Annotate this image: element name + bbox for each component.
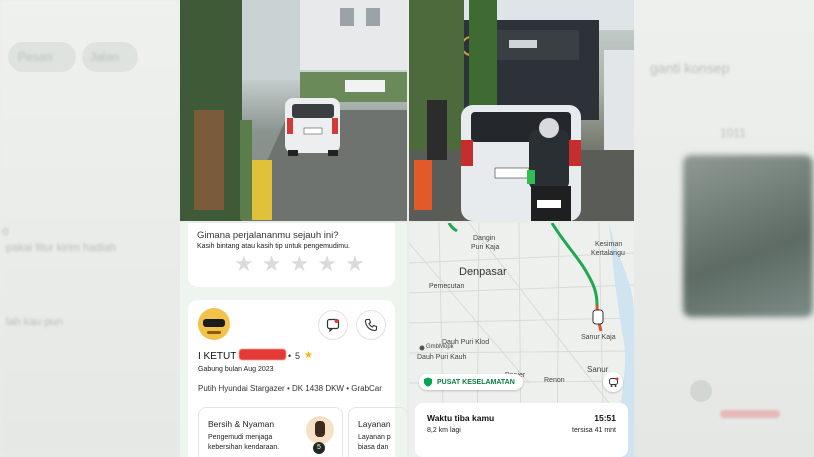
compliment-card[interactable]: Layanan Layanan p biasa dan: [348, 407, 407, 457]
background-text: Jalan: [90, 50, 119, 64]
compliment-count: 5: [313, 442, 325, 454]
eta-remaining: tersisa 41 mnt: [572, 427, 616, 434]
photo-car-traffic: [409, 0, 634, 221]
driver-card: I KETUT • 5 ★ Gabung bulan Aug 2023 Puti…: [188, 300, 407, 457]
driver-rating-separator: •: [288, 351, 292, 361]
vehicle-info: Putih Hyundai Stargazer • DK 1438 DKW • …: [198, 384, 382, 393]
map-label: Pemecutan: [429, 283, 465, 290]
background-text: lah kau pun: [6, 316, 63, 328]
transit-button[interactable]: [603, 372, 623, 392]
map-label: Kertalangu: [591, 250, 625, 257]
phone-icon: [364, 318, 378, 332]
star-icon[interactable]: ★: [317, 253, 337, 275]
rating-question: Gimana perjalananmu sejauh ini?: [197, 230, 339, 241]
map-label: Kesiman: [595, 241, 623, 248]
street-scene-graphic: [180, 0, 407, 221]
compliment-desc: biasa dan: [358, 444, 389, 451]
star-rating[interactable]: ★ ★ ★ ★ ★: [234, 253, 365, 275]
background-text: o: [2, 224, 9, 238]
map-label: GmbMopk: [426, 344, 454, 350]
map-label: Sanur Kaja: [581, 334, 616, 341]
background-text: ganti konsep: [650, 60, 730, 76]
traffic-scene-graphic: [409, 0, 634, 221]
star-icon[interactable]: ★: [289, 253, 309, 275]
compliment-desc: Pengemudi menjaga: [208, 434, 273, 441]
compliment-badge-icon: [306, 416, 334, 444]
map-label: Sanur: [587, 365, 609, 374]
compliment-title: Layanan: [358, 419, 391, 429]
compliment-card[interactable]: Bersih & Nyaman Pengemudi menjaga kebers…: [198, 407, 343, 457]
star-icon[interactable]: ★: [345, 253, 365, 275]
name-redaction: [239, 349, 286, 360]
background-image: [683, 155, 813, 317]
driver-avatar: [198, 308, 230, 340]
background-text: 1011: [720, 126, 746, 140]
rating-card: Gimana perjalananmu sejauh ini? Kasih bi…: [188, 223, 395, 287]
driver-rating: 5: [295, 351, 301, 361]
shield-icon: [424, 377, 432, 387]
background-text: pakai fitur kirim hadiah: [6, 242, 117, 254]
eta-card: Waktu tiba kamu 15:51 8,2 km lagi tersis…: [415, 403, 628, 457]
background-avatar: [690, 380, 712, 402]
eta-label: Waktu tiba kamu: [427, 413, 495, 423]
driver-joined: Gabung bulan Aug 2023: [198, 366, 274, 373]
star-icon[interactable]: ★: [262, 253, 282, 275]
map-city-label: Denpasar: [459, 266, 507, 278]
eta-time: 15:51: [594, 413, 616, 423]
compliment-desc: Layanan p: [358, 434, 391, 441]
map-label: Dangin: [473, 235, 496, 242]
map-label: Renon: [544, 377, 565, 384]
trip-map-screen: Dangin Puri Kaja Kesiman Kertalangu Denp…: [409, 223, 634, 457]
compliment-title: Bersih & Nyaman: [208, 419, 275, 429]
map-label: Puri Kaja: [471, 244, 500, 251]
safety-center-button[interactable]: PUSAT KESELAMATAN: [419, 374, 523, 390]
background-text: Pesan: [18, 50, 53, 64]
rating-subtitle: Kasih bintang atau kasih tip untuk penge…: [197, 243, 350, 250]
driver-name: I KETUT: [198, 351, 237, 362]
call-button[interactable]: [356, 310, 386, 340]
safety-center-label: PUSAT KESELAMATAN: [437, 378, 515, 386]
chat-button[interactable]: [318, 310, 348, 340]
background-redaction: [720, 410, 780, 418]
chat-icon: [326, 318, 340, 332]
star-icon[interactable]: ★: [234, 253, 254, 275]
photo-car-rear: [180, 0, 407, 221]
ride-rating-screen: Gimana perjalananmu sejauh ini? Kasih bi…: [180, 223, 407, 457]
map-label: Dauh Puri Kauh: [417, 354, 467, 361]
rating-star-icon: ★: [304, 350, 313, 361]
compliment-desc: kebersihan kendaraan.: [208, 444, 280, 451]
background-feed: Pesan Jalan o pakai fitur kirim hadiah l…: [0, 0, 814, 457]
transit-icon: [608, 377, 618, 387]
eta-distance: 8,2 km lagi: [427, 427, 461, 434]
